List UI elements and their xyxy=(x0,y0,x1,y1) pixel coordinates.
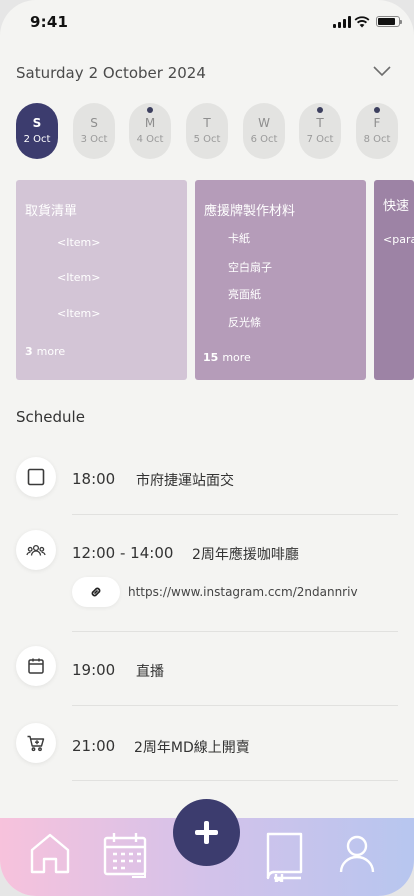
divider xyxy=(72,705,398,706)
list-cards: 取貨清單 <Item> <Item> <Item> 3 more 應援牌製作材料 … xyxy=(16,180,414,380)
more-count: 15 xyxy=(203,351,219,364)
card-item: <Item> xyxy=(57,307,101,320)
card-title: 應援牌製作材料 xyxy=(204,204,296,219)
day-letter: S xyxy=(32,116,42,130)
schedule-title: Schedule xyxy=(16,408,85,426)
checkbox-icon[interactable] xyxy=(16,457,56,497)
weekday-label: Saturday xyxy=(16,64,84,82)
card-more[interactable]: 3 more xyxy=(25,345,65,358)
battery-icon xyxy=(376,16,402,27)
list-card[interactable]: 應援牌製作材料 卡紙 空白扇子 亮面紙 反光條 15 more xyxy=(195,180,366,380)
day-date: 4 Oct xyxy=(136,134,164,145)
status-time: 9:41 xyxy=(30,13,69,31)
signal-icon xyxy=(333,16,351,28)
day-date: 2 Oct xyxy=(23,134,51,145)
more-label: more xyxy=(222,351,251,364)
day-date: 7 Oct xyxy=(306,134,334,145)
day-chip[interactable]: T 5 Oct xyxy=(186,103,228,159)
day-letter: M xyxy=(144,116,156,130)
event-time: 18:00 xyxy=(72,470,116,488)
divider xyxy=(72,631,398,632)
day-letter: T xyxy=(316,116,324,130)
day-letter: S xyxy=(90,116,98,130)
event-time: 21:00 xyxy=(72,737,116,755)
wifi-icon xyxy=(354,16,370,28)
day-date: 3 Oct xyxy=(80,134,108,145)
link-button[interactable] xyxy=(72,577,120,607)
card-more[interactable]: 15 more xyxy=(203,351,251,364)
app-screen: 9:41 Saturday 2 October 2024 S 2 Oct S 3 … xyxy=(0,0,414,896)
more-label: more xyxy=(36,345,66,358)
day-chip[interactable]: S 3 Oct xyxy=(73,103,115,159)
book-icon[interactable] xyxy=(264,830,306,882)
card-item: 空白扇子 xyxy=(228,261,272,274)
event-title: 市府捷運站面交 xyxy=(136,473,234,489)
card-item: 亮面紙 xyxy=(228,288,261,301)
event-link[interactable]: https://www.instagram.ccm/2ndannriv xyxy=(128,585,358,599)
event-time: 19:00 xyxy=(72,661,116,679)
event-title: 2周年應援咖啡廳 xyxy=(192,547,299,563)
event-title: 直播 xyxy=(136,664,164,680)
calendar-icon[interactable] xyxy=(102,830,152,880)
card-item: <Item> xyxy=(57,271,101,284)
card-title: 取貨清單 xyxy=(25,204,78,219)
day-date: 5 Oct xyxy=(193,134,221,145)
divider xyxy=(72,514,398,515)
profile-icon[interactable] xyxy=(338,834,376,874)
day-letter: T xyxy=(203,116,211,130)
event-time: 12:00 - 14:00 xyxy=(72,544,174,562)
day-date: 8 Oct xyxy=(363,134,391,145)
card-item: 反光條 xyxy=(228,316,261,329)
event-dot xyxy=(147,107,153,113)
day-chip[interactable]: W 6 Oct xyxy=(243,103,285,159)
day-letter: W xyxy=(258,116,270,130)
card-item: <para xyxy=(383,233,414,246)
list-card[interactable]: 取貨清單 <Item> <Item> <Item> 3 more xyxy=(16,180,187,380)
chevron-down-icon[interactable] xyxy=(372,64,392,78)
card-item: <Item> xyxy=(57,236,101,249)
day-chip[interactable]: F 8 Oct xyxy=(356,103,398,159)
event-dot xyxy=(317,107,323,113)
group-icon xyxy=(16,530,56,570)
cart-icon xyxy=(16,723,56,763)
date-label: 2 October 2024 xyxy=(88,64,206,82)
day-letter: F xyxy=(373,116,381,130)
card-item: 卡紙 xyxy=(228,232,250,245)
day-chip[interactable]: M 4 Oct xyxy=(129,103,171,159)
event-title: 2周年MD線上開賣 xyxy=(134,740,250,756)
event-dot xyxy=(374,107,380,113)
day-chip[interactable]: S 2 Oct xyxy=(16,103,58,159)
divider xyxy=(72,780,398,781)
card-title: 快速 xyxy=(383,199,410,214)
status-bar: 9:41 xyxy=(0,0,414,44)
date-header[interactable]: Saturday 2 October 2024 xyxy=(16,60,398,86)
home-icon[interactable] xyxy=(29,832,71,876)
add-button[interactable] xyxy=(173,799,240,866)
day-chip[interactable]: T 7 Oct xyxy=(299,103,341,159)
list-card[interactable]: 快速 <para xyxy=(374,180,414,380)
week-strip: S 2 Oct S 3 Oct M 4 Oct T 5 Oct W 6 Oct … xyxy=(16,103,414,159)
more-count: 3 xyxy=(25,345,33,358)
day-date: 6 Oct xyxy=(250,134,278,145)
calendar-icon xyxy=(16,646,56,686)
